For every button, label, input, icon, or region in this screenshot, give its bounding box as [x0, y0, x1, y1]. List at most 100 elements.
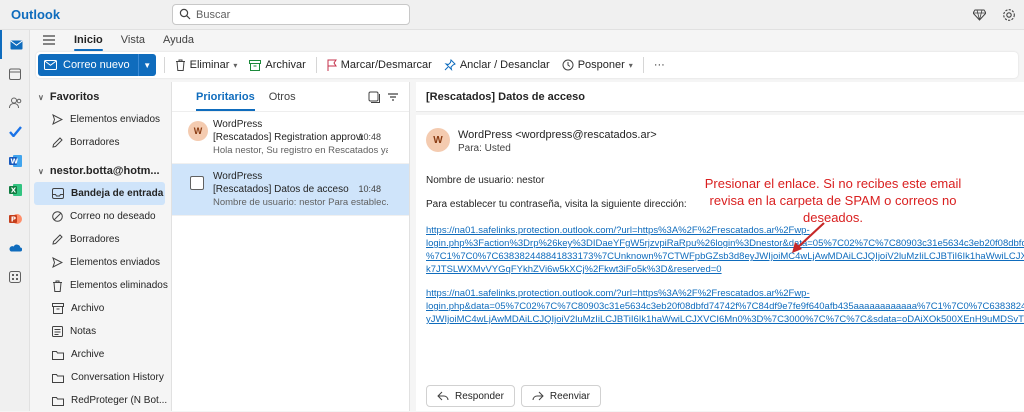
filter-icon[interactable]	[386, 90, 400, 104]
login-link-line[interactable]: yJWIjoiMC4wLjAwMDAiLCJQIjoiV2luMzIiLCJBT…	[426, 313, 1024, 326]
annotation-text: Presionar el enlace. Si no recibes este …	[704, 176, 962, 225]
folder-notes[interactable]: Notas	[30, 320, 171, 343]
word-app-icon[interactable]: W	[0, 146, 30, 175]
menu-icon[interactable]	[34, 30, 64, 50]
message-preview: Hola nestor, Su registro en Rescatados y…	[213, 145, 388, 156]
sender-address[interactable]: WordPress <wordpress@rescatados.ar>	[458, 129, 657, 141]
login-link-line[interactable]: login.php&data=05%7C02%7C%7C80903c31e563…	[426, 300, 1024, 313]
flag-button[interactable]: Marcar/Desmarcar	[321, 54, 438, 76]
forward-icon	[532, 391, 544, 401]
folder-redproteger[interactable]: RedProteger (N Bot...	[30, 389, 171, 412]
favorites-title: Favoritos	[49, 91, 100, 103]
separator	[315, 57, 317, 73]
tab-inicio[interactable]: Inicio	[74, 32, 103, 51]
new-mail-button[interactable]: Correo nuevo	[38, 54, 138, 76]
folder-junk[interactable]: Correo no deseado	[30, 205, 171, 228]
chevron-down-icon: ∨	[38, 92, 44, 102]
folder-label: RedProteger (N Bot...	[71, 395, 168, 406]
login-link-line[interactable]: https://na01.safelinks.protection.outloo…	[426, 287, 1024, 300]
new-mail-dropdown[interactable]: ▼	[137, 54, 156, 76]
message-preview: Nombre de usuario: nestor Para establec.…	[213, 197, 388, 208]
app-rail: W X P	[0, 30, 30, 411]
body-instruction: Para establecer tu contraseña, visita la…	[426, 199, 687, 210]
tab-ayuda[interactable]: Ayuda	[163, 32, 194, 48]
message-checkbox[interactable]	[190, 176, 204, 190]
app-title[interactable]: Outlook	[11, 7, 60, 22]
archive-icon	[52, 303, 64, 314]
message-sender: WordPress	[213, 171, 263, 182]
pin-label: Anclar / Desanclar	[459, 59, 550, 71]
premium-icon[interactable]	[964, 0, 994, 30]
tab-vista[interactable]: Vista	[121, 32, 145, 48]
message-subject: [Rescatados] Registration approved	[213, 132, 363, 143]
forward-button[interactable]: Reenviar	[520, 385, 601, 407]
folder-label: Elementos enviados	[70, 257, 161, 268]
ribbon-tabs: Inicio Vista Ayuda	[30, 30, 1024, 51]
new-mail-label: Correo nuevo	[63, 59, 130, 71]
settings-icon[interactable]	[994, 0, 1024, 30]
folder-icon	[52, 396, 64, 406]
reading-pane: [Rescatados] Datos de acceso W WordPress…	[416, 82, 1024, 411]
flag-label: Marcar/Desmarcar	[340, 59, 432, 71]
separator	[163, 57, 165, 73]
body-username: Nombre de usuario: nestor	[426, 175, 545, 186]
message-card: W WordPress <wordpress@rescatados.ar> Pa…	[416, 115, 1024, 411]
avatar: W	[188, 121, 208, 141]
onedrive-app-icon[interactable]	[0, 233, 30, 262]
folder-elementos-enviados-fav[interactable]: Elementos enviados	[30, 108, 171, 131]
chevron-down-icon[interactable]: ▾	[629, 61, 633, 70]
archive-label: Archivar	[265, 59, 306, 71]
folder-borradores-fav[interactable]: Borradores	[30, 131, 171, 154]
pin-icon	[444, 59, 456, 71]
favorites-header[interactable]: ∨ Favoritos	[30, 86, 171, 108]
more-icon: ···	[653, 59, 665, 71]
select-icon[interactable]	[367, 90, 381, 104]
reading-subject: [Rescatados] Datos de acceso	[416, 82, 1024, 112]
message-subject: [Rescatados] Datos de acceso	[213, 184, 349, 195]
calendar-app-icon[interactable]	[0, 59, 30, 88]
list-item[interactable]: W WordPress [Rescatados] Registration ap…	[172, 112, 409, 164]
folder-deleted[interactable]: Elementos eliminados	[30, 274, 171, 297]
people-app-icon[interactable]	[0, 88, 30, 117]
todo-app-icon[interactable]	[0, 117, 30, 146]
folder-label: Conversation History	[71, 372, 164, 383]
send-icon	[52, 257, 63, 268]
excel-app-icon[interactable]: X	[0, 175, 30, 204]
powerpoint-app-icon[interactable]: P	[0, 204, 30, 233]
svg-text:P: P	[10, 215, 15, 223]
tab-otros[interactable]: Otros	[269, 91, 296, 103]
note-icon	[52, 326, 63, 337]
pin-button[interactable]: Anclar / Desanclar	[438, 54, 556, 76]
snooze-button[interactable]: Posponer ▾	[556, 54, 639, 76]
message-list-header: Prioritarios Otros	[172, 82, 409, 112]
more-apps-icon[interactable]	[0, 262, 30, 291]
archive-button[interactable]: Archivar	[243, 54, 311, 76]
folder-archive[interactable]: Archive	[30, 343, 171, 366]
account-header[interactable]: ∨ nestor.botta@hotm...	[30, 160, 171, 182]
folder-conversation-history[interactable]: Conversation History	[30, 366, 171, 389]
search-input[interactable]: Buscar	[196, 9, 230, 21]
send-icon	[52, 114, 63, 125]
folder-sent[interactable]: Elementos enviados	[30, 251, 171, 274]
more-options-button[interactable]: ···	[648, 54, 671, 76]
reply-button[interactable]: Responder	[426, 385, 515, 407]
junk-icon	[52, 211, 63, 222]
tab-prioritarios[interactable]: Prioritarios	[196, 91, 255, 111]
list-item[interactable]: WordPress [Rescatados] Datos de acceso 1…	[172, 164, 409, 216]
chevron-down-icon[interactable]: ▾	[233, 61, 237, 70]
reset-link-line[interactable]: login.php%3Faction%3Drp%26key%3DIDaeYFgW…	[426, 237, 1024, 250]
folder-label: Archivo	[71, 303, 105, 314]
folder-drafts[interactable]: Borradores	[30, 228, 171, 251]
folder-label: Bandeja de entrada	[71, 188, 164, 199]
reset-link-line[interactable]: k7JTSLWXMvVYGqFYkhZVi6w5kXCj%2Fkwt3iFo5k…	[426, 263, 1024, 276]
search-box[interactable]: Buscar	[172, 4, 410, 25]
mail-app-icon[interactable]	[0, 30, 30, 59]
delete-button[interactable]: Eliminar ▾	[169, 54, 244, 76]
folder-inbox[interactable]: Bandeja de entrada	[34, 182, 165, 205]
message-time: 10:48	[358, 184, 381, 194]
reply-label: Responder	[455, 390, 504, 402]
folder-label: Borradores	[70, 234, 120, 245]
folder-archivo[interactable]: Archivo	[30, 297, 171, 320]
message-sender: WordPress	[213, 119, 263, 130]
reset-link-line[interactable]: %7C1%7C0%7C638382448841833173%7CUnknown%…	[426, 250, 1024, 263]
